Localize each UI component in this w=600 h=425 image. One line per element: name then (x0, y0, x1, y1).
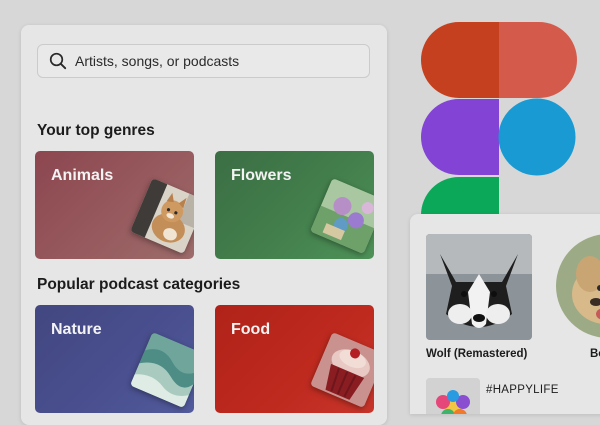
podcast-card-label: Nature (51, 321, 102, 338)
genre-card-flowers[interactable]: Flowers (215, 151, 374, 259)
cupcake-photo-image (309, 331, 374, 409)
section-title-top-genres: Your top genres (37, 122, 155, 139)
logo-shape-blue (498, 98, 576, 176)
happylife-flower-art[interactable] (426, 378, 480, 414)
flower-photo-image (309, 177, 374, 255)
cat-photo-image (129, 177, 194, 255)
logo-shape-coral (499, 22, 577, 98)
search-icon (49, 52, 67, 70)
logo-shape-green (421, 177, 499, 215)
genre-card-animals[interactable]: Animals (35, 151, 194, 259)
artist-label: Bo (590, 348, 600, 360)
wave-photo-image (129, 331, 194, 409)
browse-panel: Your top genres Animals Flowers (21, 25, 387, 425)
genre-card-label: Flowers (231, 167, 292, 184)
search-input[interactable] (75, 53, 345, 69)
podcast-card-food[interactable]: Food (215, 305, 374, 413)
genre-card-label: Animals (51, 167, 114, 184)
puppy-artist-image[interactable] (556, 234, 600, 338)
podcast-card-label: Food (231, 321, 271, 338)
playlist-tag: #HAPPYLIFE (486, 384, 559, 396)
search-bar[interactable] (37, 44, 370, 78)
logo-shape-purple (421, 99, 499, 175)
playlist-panel: Wolf (Remastered) Bo #HAPPYLIFE (410, 214, 600, 414)
husky-album-art[interactable] (426, 234, 532, 340)
section-title-podcast-categories: Popular podcast categories (37, 276, 241, 293)
album-title: Wolf (Remastered) (426, 348, 528, 360)
podcast-card-nature[interactable]: Nature (35, 305, 194, 413)
logo-shape-red (421, 22, 499, 98)
